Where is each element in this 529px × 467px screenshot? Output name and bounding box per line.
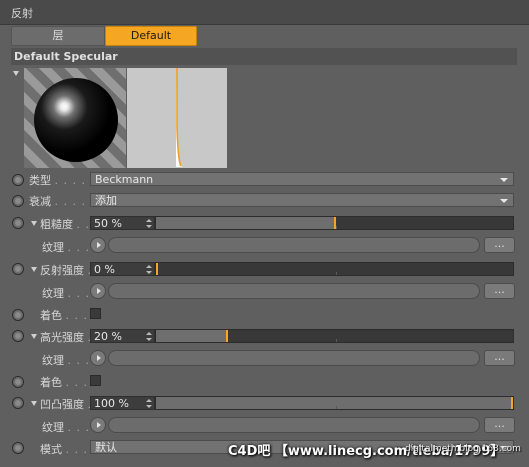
specular-texture-browse-button[interactable]: ... xyxy=(484,350,515,366)
specular-texture-play-icon[interactable] xyxy=(90,350,106,366)
specular-texture-field[interactable] xyxy=(108,350,480,366)
type-label: 类型 . . . . . xyxy=(29,174,95,187)
tab-bar: 层 Default Specular xyxy=(11,26,517,60)
attenuation-dropdown-value: 添加 xyxy=(95,194,117,207)
watermark-site: digitalmeth.blog.163.com xyxy=(405,444,521,454)
collapse-arrow-icon[interactable] xyxy=(13,71,19,76)
reflection-strength-stepper-icon[interactable] xyxy=(146,265,152,274)
bump-strength-input[interactable]: 100 % xyxy=(90,396,155,410)
material-preview xyxy=(24,68,126,168)
bump-texture-play-icon[interactable] xyxy=(90,417,106,433)
roughness-texture-play-icon[interactable] xyxy=(90,237,106,253)
specular-strength-expand-icon[interactable] xyxy=(31,334,37,339)
slider-fill xyxy=(156,330,227,342)
specular-strength-label: 高光强度 . xyxy=(40,331,91,344)
mode-dropdown-value: 默认 xyxy=(95,441,117,454)
slider-tick xyxy=(336,226,337,229)
reflection-strength-input[interactable]: 0 % xyxy=(90,262,155,276)
roughness-animate-radio[interactable] xyxy=(12,217,24,229)
slider-fill xyxy=(156,397,513,409)
roughness-texture-browse-button[interactable]: ... xyxy=(484,237,515,253)
tint-checkbox[interactable] xyxy=(90,308,101,319)
type-dropdown-value: Beckmann xyxy=(95,173,154,186)
bump-strength-animate-radio[interactable] xyxy=(12,397,24,409)
preview-sphere xyxy=(34,78,118,162)
panel-title-bar: 反射 xyxy=(0,0,529,25)
tint-animate-radio[interactable] xyxy=(12,309,24,321)
specular-strength-stepper-icon[interactable] xyxy=(146,332,152,341)
roughness-expand-icon[interactable] xyxy=(31,221,37,226)
attenuation-animate-radio[interactable] xyxy=(12,195,24,207)
roughness-input[interactable]: 50 % xyxy=(90,216,155,230)
reflection-strength-value: 0 % xyxy=(94,263,115,276)
bump-strength-stepper-icon[interactable] xyxy=(146,399,152,408)
slider-fill xyxy=(156,217,335,229)
tab-layer[interactable]: 层 xyxy=(11,26,105,46)
specular-strength-slider[interactable] xyxy=(155,329,514,343)
attenuation-dropdown[interactable]: 添加 xyxy=(90,193,514,207)
specular-strength-input[interactable]: 20 % xyxy=(90,329,155,343)
reflection-texture-browse-button[interactable]: ... xyxy=(484,283,515,299)
specular-curve-preview xyxy=(127,68,227,168)
tab-default-specular[interactable]: Default Specular xyxy=(105,26,197,60)
tint2-label: 着色 . . . . xyxy=(40,376,97,389)
bump-strength-expand-icon[interactable] xyxy=(31,401,37,406)
slider-handle[interactable] xyxy=(511,397,513,409)
roughness-value: 50 % xyxy=(94,217,122,230)
type-dropdown[interactable]: Beckmann xyxy=(90,172,514,186)
tint2-checkbox[interactable] xyxy=(90,375,101,386)
specular-strength-value: 20 % xyxy=(94,330,122,343)
mode-animate-radio[interactable] xyxy=(12,442,24,454)
panel-title: 反射 xyxy=(11,7,33,20)
slider-handle[interactable] xyxy=(334,217,336,229)
bump-strength-label: 凹凸强度 . xyxy=(40,398,91,411)
specular-strength-animate-radio[interactable] xyxy=(12,330,24,342)
reflection-strength-slider[interactable] xyxy=(155,262,514,276)
roughness-slider[interactable] xyxy=(155,216,514,230)
section-header: Default Specular xyxy=(11,48,517,65)
slider-tick xyxy=(336,339,337,342)
reflection-texture-field[interactable] xyxy=(108,283,480,299)
bump-texture-browse-button[interactable]: ... xyxy=(484,417,515,433)
chevron-down-icon xyxy=(500,199,508,203)
bump-strength-slider[interactable] xyxy=(155,396,514,410)
bump-texture-field[interactable] xyxy=(108,417,480,433)
attenuation-label: 衰减 . . . . . xyxy=(29,195,95,208)
reflection-strength-label: 反射强度 . xyxy=(40,264,91,277)
chevron-down-icon xyxy=(500,178,508,182)
specular-curve-graph xyxy=(127,68,227,168)
reflection-strength-expand-icon[interactable] xyxy=(31,267,37,272)
roughness-stepper-icon[interactable] xyxy=(146,219,152,228)
slider-tick xyxy=(336,272,337,275)
tint2-animate-radio[interactable] xyxy=(12,376,24,388)
slider-tick xyxy=(336,406,337,409)
bump-strength-value: 100 % xyxy=(94,397,129,410)
tint-label: 着色 . . . . xyxy=(40,309,97,322)
roughness-label: 粗糙度 . . xyxy=(40,218,90,231)
roughness-texture-field[interactable] xyxy=(108,237,480,253)
mode-label: 模式 . . . . xyxy=(40,443,97,456)
slider-handle[interactable] xyxy=(156,263,158,275)
reflection-texture-play-icon[interactable] xyxy=(90,283,106,299)
reflection-strength-animate-radio[interactable] xyxy=(12,263,24,275)
section-title: Default Specular xyxy=(14,50,118,63)
slider-handle[interactable] xyxy=(226,330,228,342)
type-animate-radio[interactable] xyxy=(12,174,24,186)
